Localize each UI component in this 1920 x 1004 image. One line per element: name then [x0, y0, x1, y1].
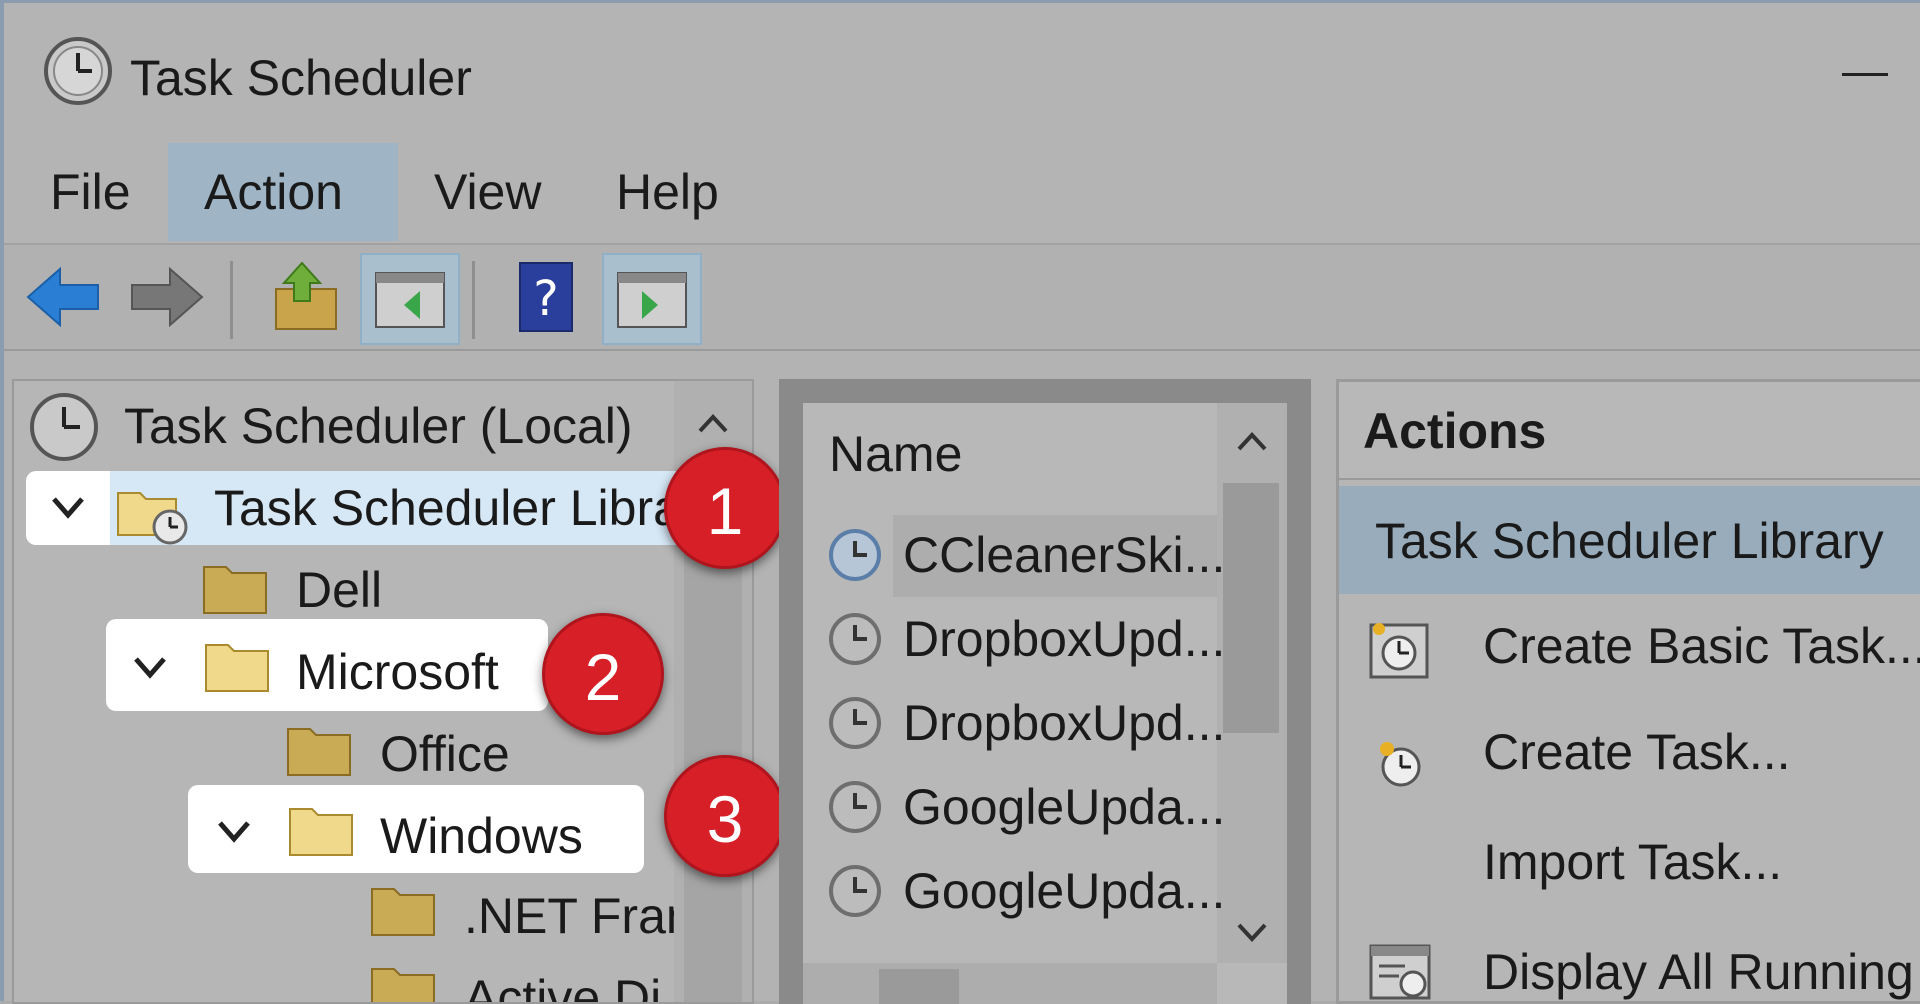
windows-folder-icon [288, 801, 356, 864]
netfr-folder-icon [370, 881, 438, 944]
show-hide-action-pane-icon [617, 272, 687, 328]
tree-item-dell[interactable]: Dell [296, 553, 382, 627]
task-list-hscrollbar[interactable] [803, 963, 1217, 1004]
task-row[interactable]: DropboxUpd... [803, 683, 1233, 763]
back-button[interactable] [16, 253, 116, 345]
step-badge-3: 3 [664, 755, 786, 877]
task-list-hscroll-thumb[interactable] [879, 969, 959, 1004]
step-badge-2: 2 [542, 613, 664, 735]
chevron-down-icon[interactable] [48, 491, 88, 528]
task-name: GoogleUpda... [903, 779, 1226, 835]
back-arrow-icon [26, 266, 99, 328]
svg-text:?: ? [533, 271, 558, 327]
show-hide-action-pane-button[interactable] [602, 253, 702, 345]
show-hide-console-tree-button[interactable] [360, 253, 460, 345]
chevron-down-icon[interactable] [130, 651, 170, 688]
create-task-action[interactable]: Create Task... [1339, 702, 1920, 802]
menu-view[interactable]: View [398, 143, 577, 241]
actions-pane: Actions Task Scheduler Library Create Ba… [1336, 379, 1920, 1004]
tree-item-task-scheduler-library[interactable]: Task Scheduler Libra [214, 471, 681, 545]
menu-bar: File Action View Help [4, 143, 1920, 245]
dell-folder-icon [202, 559, 270, 622]
task-name: CCleanerSki... [903, 527, 1226, 583]
forward-button[interactable] [118, 253, 218, 345]
task-scheduler-window: Task Scheduler File Action View Help ? T… [0, 0, 1920, 1004]
actions-section-title: Task Scheduler Library [1375, 513, 1884, 569]
library-folder-clock-icon [114, 481, 190, 550]
tree-item-microsoft[interactable]: Microsoft [296, 635, 499, 709]
help-icon: ? [519, 262, 573, 332]
task-row[interactable]: GoogleUpda... [803, 851, 1233, 931]
create-task-icon [1373, 726, 1429, 826]
create-basic-task-icon [1365, 616, 1435, 716]
app-clock-icon [42, 35, 114, 107]
up-folder-icon [275, 261, 337, 330]
task-clock-icon [829, 781, 881, 833]
task-name: DropboxUpd... [903, 695, 1226, 751]
task-name: DropboxUpd... [903, 611, 1226, 667]
import-task-action[interactable]: Import Task... [1339, 812, 1920, 912]
toolbar: ? [4, 245, 1920, 351]
microsoft-folder-icon [204, 637, 272, 700]
help-button[interactable]: ? [498, 253, 598, 345]
task-row[interactable]: GoogleUpda... [803, 767, 1233, 847]
task-clock-icon [829, 613, 881, 665]
minimize-button[interactable] [1842, 73, 1888, 76]
show-hide-console-tree-icon [375, 272, 445, 328]
menu-help[interactable]: Help [580, 143, 755, 241]
task-list: Name CCleanerSki... DropboxUpd... Dropbo… [803, 403, 1287, 1004]
action-label: Display All Running [1483, 944, 1914, 1000]
scroll-down-icon[interactable] [1235, 921, 1269, 950]
task-name: GoogleUpda... [903, 863, 1226, 919]
task-clock-icon [829, 529, 881, 581]
menu-file[interactable]: File [14, 143, 167, 241]
chevron-down-icon[interactable] [214, 815, 254, 852]
create-basic-task-action[interactable]: Create Basic Task... [1339, 596, 1920, 696]
action-label: Create Basic Task... [1483, 618, 1920, 674]
task-row[interactable]: CCleanerSki... [803, 515, 1233, 595]
menu-action[interactable]: Action [168, 143, 398, 241]
display-running-tasks-icon [1365, 936, 1437, 1001]
activedi-folder-icon [370, 961, 438, 1002]
action-label: Create Task... [1483, 724, 1791, 780]
tree-item-active-directory[interactable]: Active Di [464, 961, 674, 1002]
actions-header: Actions [1363, 403, 1547, 459]
task-clock-icon [829, 865, 881, 917]
column-header-name[interactable]: Name [829, 419, 962, 489]
title-bar: Task Scheduler [4, 3, 1920, 143]
task-scheduler-local-icon [28, 391, 100, 468]
task-clock-icon [829, 697, 881, 749]
scroll-up-icon[interactable] [1235, 429, 1269, 458]
window-title: Task Scheduler [130, 50, 472, 106]
action-label: Import Task... [1483, 834, 1783, 890]
tree-item-office[interactable]: Office [380, 717, 510, 791]
forward-arrow-icon [131, 266, 204, 328]
office-folder-icon [286, 721, 354, 784]
tree-item-net-framework[interactable]: .NET Fran [464, 879, 674, 953]
tree-item-task-scheduler-local[interactable]: Task Scheduler (Local) [124, 389, 633, 463]
up-folder-button[interactable] [256, 253, 356, 345]
display-all-running-action[interactable]: Display All Running [1339, 922, 1920, 1001]
scroll-up-icon[interactable] [696, 411, 730, 440]
task-row[interactable]: DropboxUpd... [803, 599, 1233, 679]
step-badge-1: 1 [664, 447, 786, 569]
task-list-pane: Name CCleanerSki... DropboxUpd... Dropbo… [779, 379, 1311, 1004]
tree-item-windows[interactable]: Windows [380, 799, 583, 873]
